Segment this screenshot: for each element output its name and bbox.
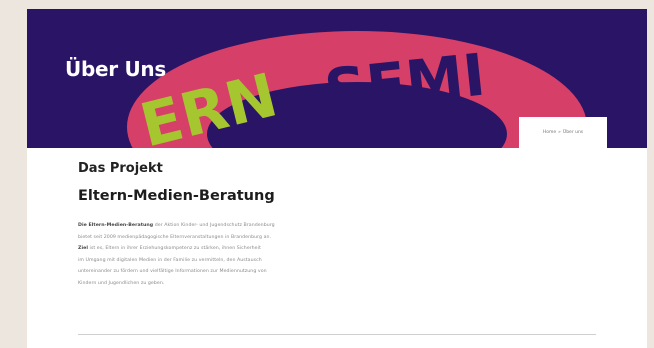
breadcrumb: Home » Über uns <box>519 117 607 148</box>
main-content: Das Projekt Eltern-Medien-Beratung Die E… <box>78 161 548 289</box>
breadcrumb-current: Über uns <box>562 130 584 135</box>
intro-strong: Die Eltern-Medien-Beratung <box>78 223 154 228</box>
intro-line6: Kindern und Jugendlichen zu geben. <box>78 280 165 286</box>
content-divider <box>78 334 596 335</box>
page: ERN SEMI Über Uns Home » Über uns Das Pr… <box>27 9 647 348</box>
intro-goal-strong: Ziel <box>78 246 88 251</box>
breadcrumb-separator: » <box>558 130 561 135</box>
intro-line2: bietet seit 2009 medienpädagogische Elte… <box>78 234 272 240</box>
page-title: Über Uns <box>65 57 166 81</box>
intro-line1: der Aktion Kinder- und Jugendschutz Bran… <box>153 223 275 228</box>
intro-paragraph: Die Eltern-Medien-Beratung der Aktion Ki… <box>78 220 383 289</box>
breadcrumb-home-link[interactable]: Home <box>543 130 556 135</box>
hero-banner: ERN SEMI Über Uns Home » Über uns <box>27 9 647 148</box>
section-subtitle: Eltern-Medien-Beratung <box>78 188 275 204</box>
intro-line4: im Umgang mit digitalen Medien in der Fa… <box>78 257 262 263</box>
intro-line3: ist es, Eltern in ihrer Erziehungskompet… <box>88 246 261 251</box>
intro-line5: untereinander zu fördern und vielfältige… <box>78 269 267 274</box>
section-title: Das Projekt <box>78 161 163 176</box>
